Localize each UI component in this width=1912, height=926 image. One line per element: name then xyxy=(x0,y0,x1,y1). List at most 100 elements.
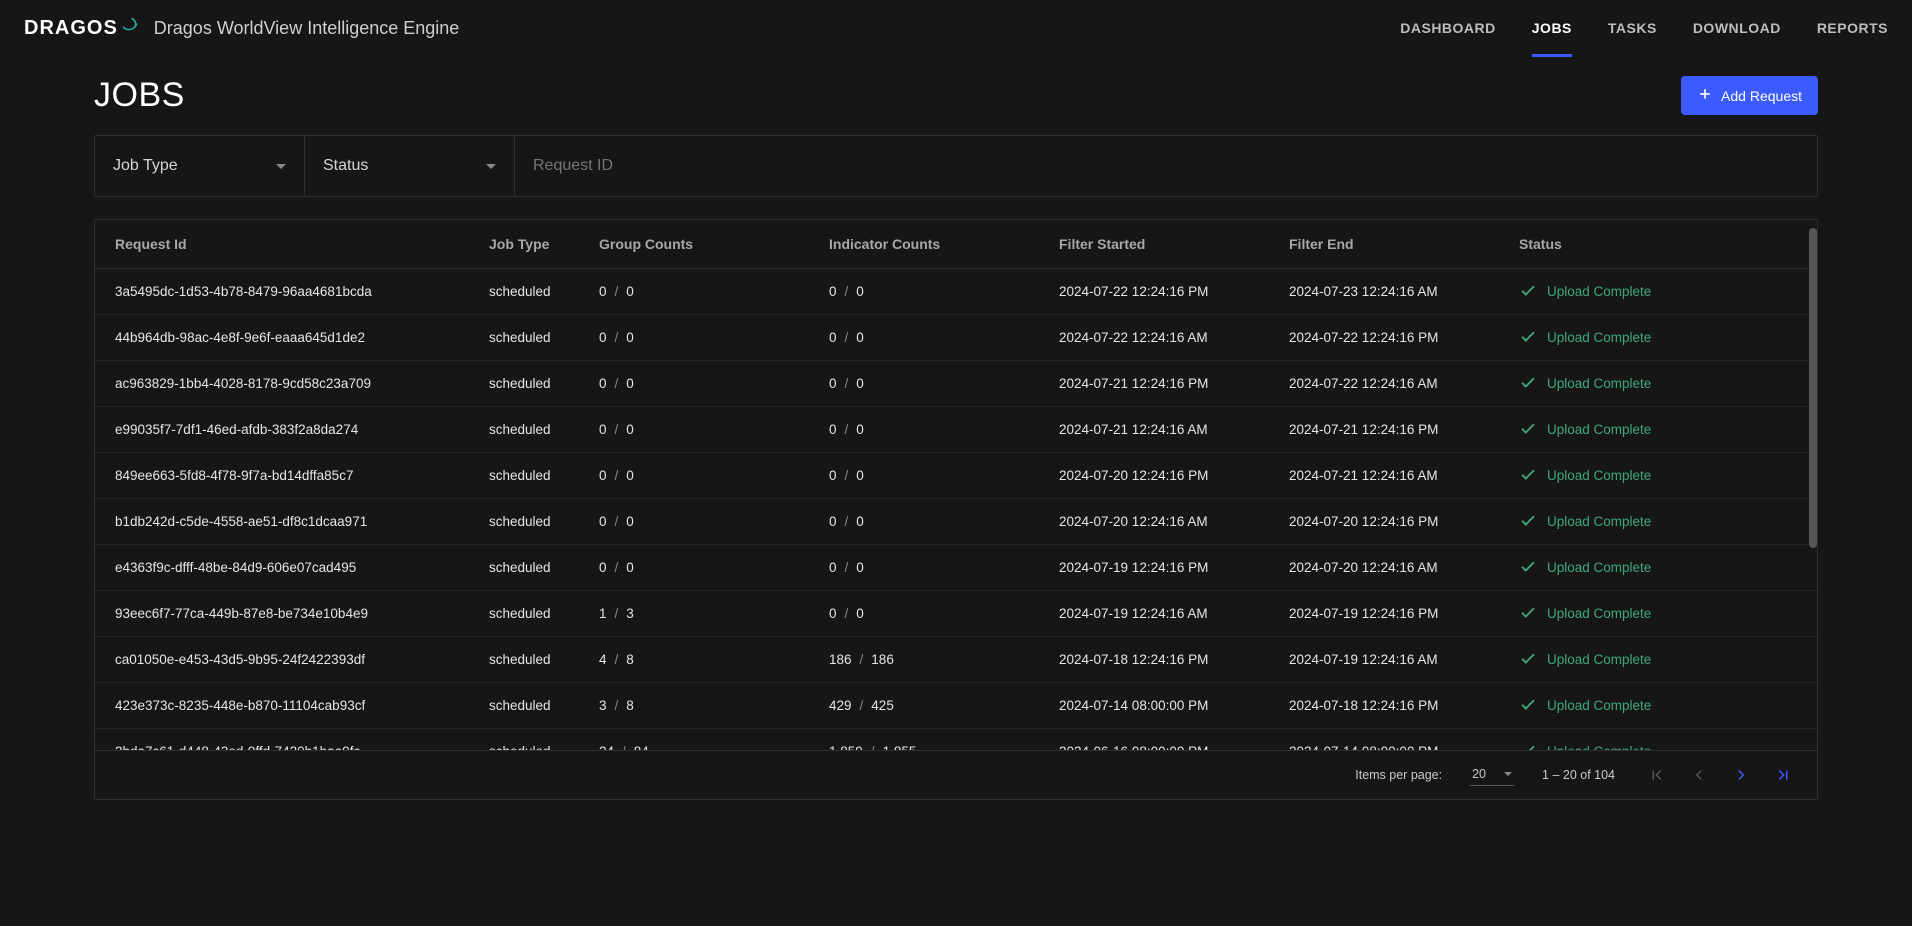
chevron-down-icon xyxy=(486,164,496,169)
table-row[interactable]: 2bda7c61-d448-43ed-9ffd-7420b1baa9fcsche… xyxy=(95,729,1817,751)
cell-job-type: scheduled xyxy=(475,361,585,407)
cell-filter-started: 2024-07-22 12:24:16 AM xyxy=(1045,315,1275,361)
check-icon xyxy=(1519,649,1537,670)
cell-job-type: scheduled xyxy=(475,269,585,315)
filter-request-id[interactable] xyxy=(515,136,1817,196)
app-title: Dragos WorldView Intelligence Engine xyxy=(154,18,460,39)
cell-job-type: scheduled xyxy=(475,545,585,591)
page-size-select[interactable]: 20 xyxy=(1470,765,1514,786)
first-page-button[interactable] xyxy=(1643,761,1671,789)
cell-group-counts: 0/0 xyxy=(585,269,815,315)
cell-request-id: 93eec6f7-77ca-449b-87e8-be734e10b4e9 xyxy=(95,591,475,637)
nav-item-tasks[interactable]: TASKS xyxy=(1608,0,1657,56)
table-row[interactable]: e99035f7-7df1-46ed-afdb-383f2a8da274sche… xyxy=(95,407,1817,453)
filter-job-type[interactable]: Job Type xyxy=(95,136,305,196)
cell-job-type: scheduled xyxy=(475,591,585,637)
cell-job-type: scheduled xyxy=(475,499,585,545)
status-text: Upload Complete xyxy=(1547,468,1651,483)
cell-job-type: scheduled xyxy=(475,453,585,499)
filter-status[interactable]: Status xyxy=(305,136,515,196)
page-header: JOBS Add Request xyxy=(94,76,1818,115)
last-page-button[interactable] xyxy=(1769,761,1797,789)
check-icon xyxy=(1519,465,1537,486)
cell-group-counts: 0/0 xyxy=(585,545,815,591)
nav-item-reports[interactable]: REPORTS xyxy=(1817,0,1888,56)
cell-indicator-counts: 0/0 xyxy=(815,407,1045,453)
status-text: Upload Complete xyxy=(1547,652,1651,667)
cell-filter-end: 2024-07-23 12:24:16 AM xyxy=(1275,269,1505,315)
cell-filter-started: 2024-07-21 12:24:16 AM xyxy=(1045,407,1275,453)
cell-filter-end: 2024-07-22 12:24:16 AM xyxy=(1275,361,1505,407)
cell-indicator-counts: 429/425 xyxy=(815,683,1045,729)
add-request-button[interactable]: Add Request xyxy=(1681,76,1818,115)
cell-indicator-counts: 0/0 xyxy=(815,453,1045,499)
table-row[interactable]: b1db242d-c5de-4558-ae51-df8c1dcaa971sche… xyxy=(95,499,1817,545)
status-text: Upload Complete xyxy=(1547,698,1651,713)
table-row[interactable]: 849ee663-5fd8-4f78-9f7a-bd14dffa85c7sche… xyxy=(95,453,1817,499)
cell-request-id: b1db242d-c5de-4558-ae51-df8c1dcaa971 xyxy=(95,499,475,545)
col-filter-started: Filter Started xyxy=(1045,220,1275,269)
cell-filter-end: 2024-07-21 12:24:16 PM xyxy=(1275,407,1505,453)
cell-filter-started: 2024-06-16 08:00:00 PM xyxy=(1045,729,1275,751)
status-text: Upload Complete xyxy=(1547,330,1651,345)
jobs-table-wrap: Request Id Job Type Group Counts Indicat… xyxy=(94,219,1818,800)
filter-bar: Job Type Status xyxy=(94,135,1818,197)
cell-group-counts: 0/0 xyxy=(585,361,815,407)
table-row[interactable]: 423e373c-8235-448e-b870-11104cab93cfsche… xyxy=(95,683,1817,729)
cell-indicator-counts: 1,859/1,855 xyxy=(815,729,1045,751)
cell-request-id: ac963829-1bb4-4028-8178-9cd58c23a709 xyxy=(95,361,475,407)
cell-filter-started: 2024-07-18 12:24:16 PM xyxy=(1045,637,1275,683)
check-icon xyxy=(1519,511,1537,532)
cell-filter-end: 2024-07-21 12:24:16 AM xyxy=(1275,453,1505,499)
jobs-table-scroll[interactable]: Request Id Job Type Group Counts Indicat… xyxy=(95,220,1817,750)
cell-request-id: e4363f9c-dfff-48be-84d9-606e07cad495 xyxy=(95,545,475,591)
cell-group-counts: 0/0 xyxy=(585,407,815,453)
table-row[interactable]: e4363f9c-dfff-48be-84d9-606e07cad495sche… xyxy=(95,545,1817,591)
cell-request-id: e99035f7-7df1-46ed-afdb-383f2a8da274 xyxy=(95,407,475,453)
paginator: Items per page: 20 1 – 20 of 104 xyxy=(95,750,1817,799)
cell-status: Upload Complete xyxy=(1505,729,1817,751)
items-per-page-label: Items per page: xyxy=(1355,768,1442,782)
table-row[interactable]: 3a5495dc-1d53-4b78-8479-96aa4681bcdasche… xyxy=(95,269,1817,315)
cell-group-counts: 4/8 xyxy=(585,637,815,683)
cell-filter-end: 2024-07-18 12:24:16 PM xyxy=(1275,683,1505,729)
cell-request-id: ca01050e-e453-43d5-9b95-24f2422393df xyxy=(95,637,475,683)
cell-filter-end: 2024-07-20 12:24:16 PM xyxy=(1275,499,1505,545)
status-text: Upload Complete xyxy=(1547,744,1651,750)
cell-group-counts: 0/0 xyxy=(585,453,815,499)
status-text: Upload Complete xyxy=(1547,284,1651,299)
cell-filter-end: 2024-07-20 12:24:16 AM xyxy=(1275,545,1505,591)
page-size-value: 20 xyxy=(1472,767,1486,781)
top-nav: DASHBOARD JOBS TASKS DOWNLOAD REPORTS xyxy=(1400,0,1888,56)
check-icon xyxy=(1519,603,1537,624)
request-id-input[interactable] xyxy=(533,157,1799,175)
table-row[interactable]: ca01050e-e453-43d5-9b95-24f2422393dfsche… xyxy=(95,637,1817,683)
nav-item-dashboard[interactable]: DASHBOARD xyxy=(1400,0,1496,56)
cell-status: Upload Complete xyxy=(1505,361,1817,407)
nav-item-download[interactable]: DOWNLOAD xyxy=(1693,0,1781,56)
cell-request-id: 2bda7c61-d448-43ed-9ffd-7420b1baa9fc xyxy=(95,729,475,751)
cell-job-type: scheduled xyxy=(475,729,585,751)
cell-group-counts: 24/84 xyxy=(585,729,815,751)
check-icon xyxy=(1519,557,1537,578)
check-icon xyxy=(1519,695,1537,716)
cell-status: Upload Complete xyxy=(1505,315,1817,361)
cell-group-counts: 0/0 xyxy=(585,315,815,361)
prev-page-button[interactable] xyxy=(1685,761,1713,789)
cell-request-id: 849ee663-5fd8-4f78-9f7a-bd14dffa85c7 xyxy=(95,453,475,499)
topbar: DRAGOS Dragos WorldView Intelligence Eng… xyxy=(0,0,1912,56)
scrollbar-thumb[interactable] xyxy=(1809,228,1817,548)
col-indicator-counts: Indicator Counts xyxy=(815,220,1045,269)
nav-item-jobs[interactable]: JOBS xyxy=(1532,0,1572,56)
col-group-counts: Group Counts xyxy=(585,220,815,269)
table-row[interactable]: 93eec6f7-77ca-449b-87e8-be734e10b4e9sche… xyxy=(95,591,1817,637)
plus-icon xyxy=(1697,86,1713,105)
table-row[interactable]: ac963829-1bb4-4028-8178-9cd58c23a709sche… xyxy=(95,361,1817,407)
next-page-button[interactable] xyxy=(1727,761,1755,789)
cell-filter-started: 2024-07-20 12:24:16 AM xyxy=(1045,499,1275,545)
brand-swirl-icon xyxy=(120,15,140,41)
table-row[interactable]: 44b964db-98ac-4e8f-9e6f-eaaa645d1de2sche… xyxy=(95,315,1817,361)
cell-request-id: 3a5495dc-1d53-4b78-8479-96aa4681bcda xyxy=(95,269,475,315)
cell-indicator-counts: 0/0 xyxy=(815,315,1045,361)
page-range: 1 – 20 of 104 xyxy=(1542,768,1615,782)
